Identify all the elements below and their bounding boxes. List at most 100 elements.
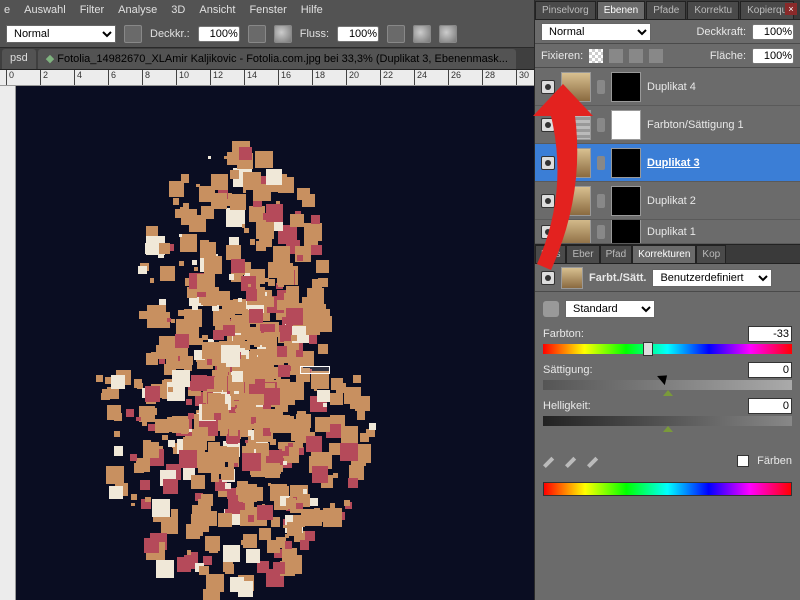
tab-paths[interactable]: Pfade xyxy=(646,1,686,19)
tab-mini[interactable]: Pins xyxy=(535,245,566,263)
document-tab[interactable]: ◆ Fotolia_14982670_XLAmir Kaljikovic - F… xyxy=(38,49,516,69)
menu-item[interactable]: Hilfe xyxy=(301,4,323,16)
mask-thumbnail[interactable] xyxy=(611,148,641,178)
eyedropper-icon[interactable] xyxy=(543,454,557,468)
flow-input[interactable] xyxy=(337,26,379,42)
menu-item[interactable]: Filter xyxy=(80,4,104,16)
right-panels: × Pinselvorg Ebenen Pfade Korrektu Kopie… xyxy=(534,0,800,600)
menu-item[interactable]: Analyse xyxy=(118,4,157,16)
lightness-slider: Helligkeit: xyxy=(543,398,792,426)
menu-item[interactable]: Auswahl xyxy=(24,4,66,16)
saturation-value[interactable] xyxy=(748,362,792,378)
lock-all-icon[interactable] xyxy=(649,49,663,63)
fill-label: Fläche: xyxy=(710,50,746,62)
adjustment-title: Farbt./Sätt. xyxy=(589,272,646,284)
lightness-value[interactable] xyxy=(748,398,792,414)
cursor-icon xyxy=(660,372,674,390)
hue-value[interactable] xyxy=(748,326,792,342)
link-icon[interactable] xyxy=(597,194,605,208)
preset-select[interactable]: Benutzerdefiniert xyxy=(652,269,772,287)
selection-handle[interactable] xyxy=(300,366,330,374)
lock-position-icon[interactable] xyxy=(629,49,643,63)
tab-mini[interactable]: Eber xyxy=(566,245,599,263)
lock-label: Fixieren: xyxy=(541,50,583,62)
menu-item[interactable]: 3D xyxy=(171,4,185,16)
colorize-label: Färben xyxy=(757,455,792,467)
layer-name[interactable]: Duplikat 2 xyxy=(647,195,696,207)
channel-select[interactable]: Standard xyxy=(565,300,655,318)
mask-thumbnail[interactable] xyxy=(611,186,641,216)
target-icon[interactable] xyxy=(439,25,457,43)
eyedropper-plus-icon[interactable] xyxy=(565,454,579,468)
link-icon[interactable] xyxy=(597,225,605,239)
link-icon[interactable] xyxy=(597,80,605,94)
layer-row[interactable]: Duplikat 3 xyxy=(535,144,800,182)
menu-item[interactable]: Fenster xyxy=(249,4,286,16)
lock-pixels-icon[interactable] xyxy=(609,49,623,63)
layer-name[interactable]: Duplikat 4 xyxy=(647,81,696,93)
opacity-input[interactable] xyxy=(198,26,240,42)
saturation-label: Sättigung: xyxy=(543,364,593,376)
lightness-track[interactable] xyxy=(543,416,792,426)
layer-thumbnail[interactable] xyxy=(561,220,591,244)
brush-icon[interactable] xyxy=(413,25,431,43)
link-icon[interactable] xyxy=(597,118,605,132)
close-icon[interactable]: × xyxy=(785,3,797,15)
link-icon[interactable] xyxy=(597,156,605,170)
layer-name[interactable]: Duplikat 3 xyxy=(647,157,700,169)
hue-slider: Farbton: xyxy=(543,326,792,354)
hue-spectrum xyxy=(543,482,792,496)
menu-item[interactable]: Ansicht xyxy=(199,4,235,16)
visibility-icon[interactable] xyxy=(541,194,555,208)
layer-name[interactable]: Duplikat 1 xyxy=(647,226,696,238)
layer-thumbnail[interactable] xyxy=(561,148,591,178)
fill-input[interactable] xyxy=(752,48,794,64)
tab-brush-presets[interactable]: Pinselvorg xyxy=(535,1,596,19)
adjustment-thumbnail[interactable] xyxy=(561,110,591,140)
tab-adjustments[interactable]: Korrektu xyxy=(687,1,739,19)
ruler-vertical xyxy=(0,86,16,600)
mask-thumbnail[interactable] xyxy=(611,220,641,244)
layer-thumbnail[interactable] xyxy=(561,72,591,102)
mask-thumbnail[interactable] xyxy=(611,110,641,140)
blend-mode-select[interactable]: Normal xyxy=(6,25,116,43)
chevron-down-icon[interactable] xyxy=(387,25,405,43)
layer-row[interactable]: Farbton/Sättigung 1 xyxy=(535,106,800,144)
flow-label: Fluss: xyxy=(300,28,329,40)
layer-blend-select[interactable]: Normal xyxy=(541,23,651,41)
mask-thumbnail[interactable] xyxy=(611,72,641,102)
visibility-icon[interactable] xyxy=(541,80,555,94)
layer-row[interactable]: Duplikat 4 xyxy=(535,68,800,106)
layer-opacity-label: Deckkraft: xyxy=(696,26,746,38)
layer-thumbnail[interactable] xyxy=(561,186,591,216)
hue-track[interactable] xyxy=(543,344,792,354)
airbrush-icon[interactable] xyxy=(274,25,292,43)
visibility-icon[interactable] xyxy=(541,118,555,132)
layer-opacity-input[interactable] xyxy=(752,24,794,40)
adjustment-preview xyxy=(561,267,583,289)
layers-list: Duplikat 4 Farbton/Sättigung 1 Duplikat … xyxy=(535,68,800,244)
layer-row[interactable]: Duplikat 2 xyxy=(535,182,800,220)
corrections-tabs: Pins Eber Pfad Korrekturen Kop xyxy=(535,244,800,264)
tab-mini[interactable]: Kop xyxy=(696,245,726,263)
menu-item[interactable]: e xyxy=(4,4,10,16)
canvas[interactable] xyxy=(16,86,534,600)
eyedropper-minus-icon[interactable] xyxy=(587,454,601,468)
tab-mini[interactable]: Pfad xyxy=(600,245,633,263)
layer-name[interactable]: Farbton/Sättigung 1 xyxy=(647,119,744,131)
chevron-down-icon[interactable] xyxy=(248,25,266,43)
scrubby-hand-icon[interactable] xyxy=(543,301,559,317)
chevron-down-icon[interactable] xyxy=(124,25,142,43)
lock-transparency-icon[interactable] xyxy=(589,49,603,63)
visibility-icon[interactable] xyxy=(541,271,555,285)
tab-corrections[interactable]: Korrekturen xyxy=(632,245,696,263)
layer-row[interactable]: Duplikat 1 xyxy=(535,220,800,244)
visibility-icon[interactable] xyxy=(541,156,555,170)
colorize-checkbox[interactable] xyxy=(737,455,749,467)
hue-label: Farbton: xyxy=(543,328,584,340)
visibility-icon[interactable] xyxy=(541,225,555,239)
document-tab[interactable]: psd xyxy=(2,49,36,69)
lightness-label: Helligkeit: xyxy=(543,400,591,412)
panel-tabs: Pinselvorg Ebenen Pfade Korrektu Kopierq… xyxy=(535,0,800,20)
tab-layers[interactable]: Ebenen xyxy=(597,1,645,19)
